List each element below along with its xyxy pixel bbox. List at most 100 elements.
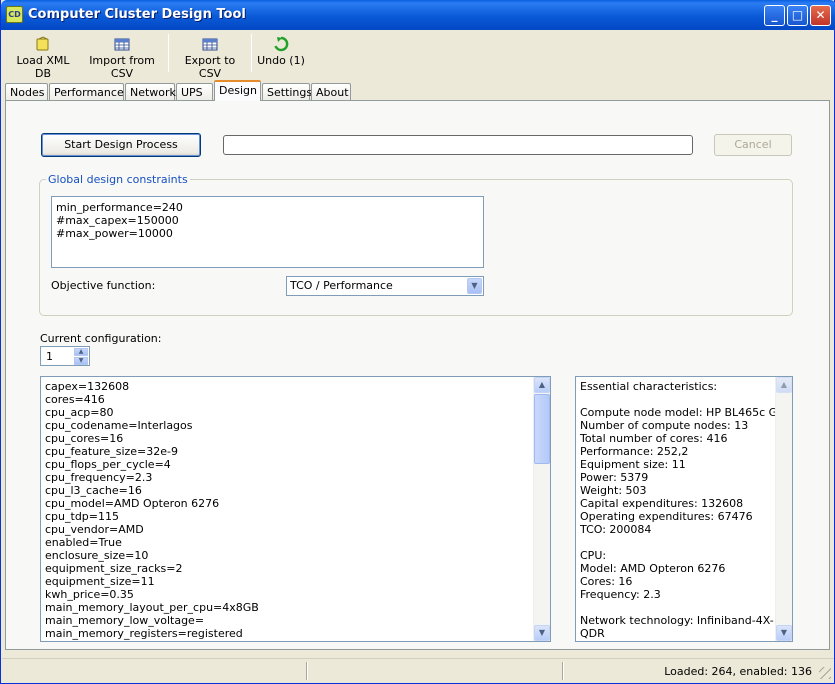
toolbar-separator	[251, 34, 252, 72]
config-line: cpu_acp=80	[45, 406, 114, 419]
essential-line: Capital expenditures: 132608	[580, 497, 744, 510]
config-line: cpu_model=AMD Opteron 6276	[45, 497, 220, 510]
essential-line	[576, 393, 776, 406]
config-line: cpu_codename=Interlagos	[45, 419, 193, 432]
app-window: CD Computer Cluster Design Tool _ □ ✕ Lo…	[0, 0, 835, 684]
config-line: cpu_tdp=115	[45, 510, 119, 523]
import-csv-button[interactable]: Import from CSV	[80, 33, 164, 80]
status-divider	[306, 662, 308, 680]
table-export-icon	[202, 38, 218, 51]
config-line: equipment_size_racks=2	[45, 562, 183, 575]
status-bar: Loaded: 264, enabled: 136	[2, 658, 834, 682]
scroll-up-icon[interactable]: ▲	[534, 377, 550, 393]
essential-line: Essential characteristics:	[580, 380, 718, 393]
app-icon: CD	[6, 6, 23, 23]
config-line: cpu_cores=16	[45, 432, 124, 445]
spinner-down-icon[interactable]: ▼	[74, 357, 88, 365]
essential-line: Power: 5379	[580, 471, 649, 484]
undo-button[interactable]: Undo (1)	[257, 33, 305, 75]
resize-grip-icon[interactable]	[819, 667, 831, 679]
scroll-down-icon[interactable]: ▼	[534, 625, 550, 641]
essential-line: Total number of cores: 416	[580, 432, 728, 445]
minimize-button[interactable]: _	[764, 5, 785, 26]
status-divider	[562, 662, 564, 680]
essential-line: Operating expenditures: 67476	[580, 510, 753, 523]
config-line: equipment_size=11	[45, 575, 155, 588]
maximize-button[interactable]: □	[787, 5, 808, 26]
undo-label: Undo (1)	[257, 54, 305, 67]
scroll-up-icon[interactable]: ▲	[776, 377, 792, 393]
config-line: cores=416	[45, 393, 105, 406]
toolbar: Load XML DB Import from CSV Export to CS…	[2, 30, 834, 80]
global-constraints-label: Global design constraints	[46, 173, 190, 186]
essential-line: Performance: 252,2	[580, 445, 689, 458]
configuration-list[interactable]: capex=132608 cores=416 cpu_acp=80 cpu_coden…	[40, 376, 551, 642]
essential-line: Number of compute nodes: 13	[580, 419, 749, 432]
tab-performance[interactable]: Performance	[49, 83, 124, 101]
config-line: cpu_vendor=AMD	[45, 523, 144, 536]
essential-characteristics-lines: Essential characteristics: Compute node m…	[576, 380, 792, 640]
import-csv-label: Import from CSV	[89, 54, 155, 80]
essential-scrollbar[interactable]: ▲ ▼	[775, 377, 792, 641]
config-line: cpu_flops_per_cycle=4	[45, 458, 171, 471]
tab-settings[interactable]: Settings	[262, 83, 312, 101]
current-configuration-label: Current configuration:	[40, 332, 162, 345]
tab-network[interactable]: Network	[125, 83, 176, 101]
cancel-button[interactable]: Cancel	[714, 134, 792, 156]
objective-function-select[interactable]: TCO / Performance ▼	[286, 276, 484, 296]
objective-function-label: Objective function:	[51, 279, 156, 292]
config-line: cpu_l3_cache=16	[45, 484, 142, 497]
tab-nodes[interactable]: Nodes	[5, 83, 48, 101]
scroll-thumb[interactable]	[534, 394, 550, 464]
config-line: capex=132608	[45, 380, 130, 393]
essential-line: Equipment size: 11	[580, 458, 686, 471]
essential-characteristics-panel: Essential characteristics: Compute node m…	[575, 376, 793, 642]
table-import-icon	[114, 38, 130, 51]
load-xml-db-button[interactable]: Load XML DB	[10, 33, 76, 80]
close-button[interactable]: ✕	[810, 5, 831, 26]
title-bar[interactable]: CD Computer Cluster Design Tool _ □ ✕	[1, 0, 835, 30]
objective-function-value: TCO / Performance	[290, 279, 393, 292]
window-title: Computer Cluster Design Tool	[28, 7, 246, 22]
tab-about[interactable]: About	[311, 83, 351, 101]
start-design-button[interactable]: Start Design Process	[41, 133, 201, 157]
scroll-down-icon[interactable]: ▼	[776, 625, 792, 641]
export-csv-label: Export to CSV	[184, 54, 236, 80]
essential-line: Compute node model: HP BL465c G7	[580, 406, 785, 419]
current-configuration-value: 1	[46, 350, 53, 363]
essential-line: QDR	[580, 627, 605, 640]
essential-line: Weight: 503	[580, 484, 647, 497]
essential-line: Frequency: 2.3	[580, 588, 661, 601]
tab-design[interactable]: Design	[214, 80, 261, 101]
configuration-scrollbar[interactable]: ▲ ▼	[533, 377, 550, 641]
design-panel: Start Design Process Cancel Global desig…	[5, 100, 830, 650]
essential-line: Network technology: Infiniband-4X-	[580, 614, 774, 627]
load-xml-db-label: Load XML DB	[16, 54, 70, 80]
essential-line: Cores: 16	[580, 575, 633, 588]
config-line: kwh_price=0.35	[45, 588, 134, 601]
toolbar-separator	[168, 34, 169, 72]
essential-line: Model: AMD Opteron 6276	[580, 562, 726, 575]
tab-ups[interactable]: UPS	[176, 83, 213, 101]
folder-open-icon	[36, 36, 49, 51]
chevron-down-icon[interactable]: ▼	[467, 278, 482, 294]
config-line: main_memory_layout_per_cpu=4x8GB	[45, 601, 259, 614]
essential-line: TCO: 200084	[580, 523, 652, 536]
configuration-lines: capex=132608 cores=416 cpu_acp=80 cpu_coden…	[41, 380, 550, 640]
essential-line	[576, 601, 776, 614]
constraints-textarea[interactable]: min_performance=240 #max_capex=150000 #m…	[51, 196, 484, 268]
spinner-up-icon[interactable]: ▲	[74, 348, 88, 356]
config-line: enabled=True	[45, 536, 122, 549]
current-configuration-spinner[interactable]: 1 ▲ ▼	[40, 346, 90, 366]
config-line: main_memory_registers=registered	[45, 627, 243, 640]
config-line: enclosure_size=10	[45, 549, 149, 562]
essential-line: CPU:	[580, 549, 607, 562]
undo-arrow-icon	[274, 36, 289, 52]
config-line: cpu_frequency=2.3	[45, 471, 153, 484]
config-line: cpu_feature_size=32e-9	[45, 445, 178, 458]
status-text: Loaded: 264, enabled: 136	[664, 665, 812, 678]
export-csv-button[interactable]: Export to CSV	[174, 33, 246, 80]
design-progress-bar	[223, 135, 693, 155]
essential-line	[576, 536, 776, 549]
config-line: main_memory_low_voltage=	[45, 614, 205, 627]
